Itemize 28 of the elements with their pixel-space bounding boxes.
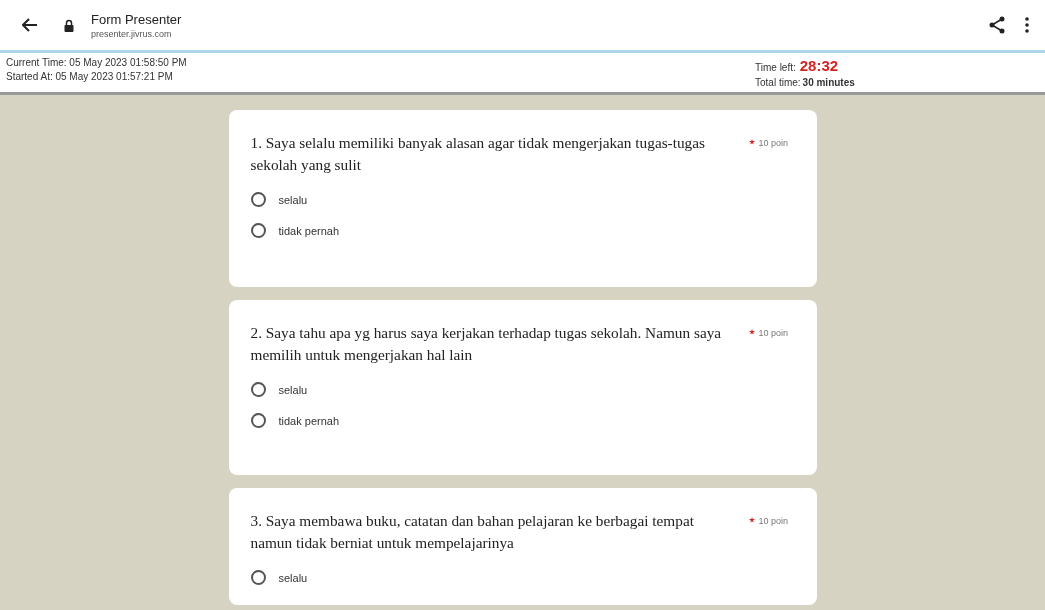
time-left: 28:32 (799, 57, 839, 74)
radio-button[interactable] (250, 382, 266, 397)
started-at: Started At: 05 May 2023 01:57:21 PM (6, 71, 174, 82)
option-label[interactable]: selalu (278, 193, 308, 206)
option-label[interactable]: tidak pernah (278, 414, 340, 427)
points-label: 10 poin (758, 516, 789, 526)
more-icon[interactable] (1025, 17, 1029, 33)
question-text: 3. Saya membawa buku, catatan dan bahan pelajaran ke berbagai tempat namun tidak berniat untuk mempelajarinya (250, 511, 695, 553)
share-icon[interactable] (989, 16, 1005, 34)
total-time-label: Total time: (755, 77, 801, 88)
lock-icon (64, 18, 74, 32)
total-time: 30 minutes (802, 77, 855, 88)
radio-button[interactable] (250, 192, 266, 207)
page-url: presenter.jivrus.com (91, 28, 173, 39)
points-label: 10 poin (758, 138, 789, 148)
question-text: 1. Saya selalu memiliki banyak alasan agar tidak mengerjakan tugas-tugas sekolah yang sulit (250, 133, 706, 175)
points-label: 10 poin (758, 328, 789, 338)
radio-button[interactable] (250, 570, 266, 585)
option-label[interactable]: tidak pernah (278, 224, 340, 237)
option-label[interactable]: selalu (278, 571, 308, 584)
back-icon[interactable] (22, 18, 38, 32)
radio-button[interactable] (250, 223, 266, 238)
time-left-label: Time left: (755, 62, 796, 73)
question-text: 2. Saya tahu apa yg harus saya kerjakan terhadap tugas sekolah. Namun saya memilih untuk mengerjakan hal lain (250, 323, 723, 365)
page-title: Form Presenter (91, 11, 182, 27)
current-time: Current Time: 05 May 2023 01:58:50 PM (6, 57, 187, 68)
option-label[interactable]: selalu (278, 383, 308, 396)
radio-button[interactable] (250, 413, 266, 428)
